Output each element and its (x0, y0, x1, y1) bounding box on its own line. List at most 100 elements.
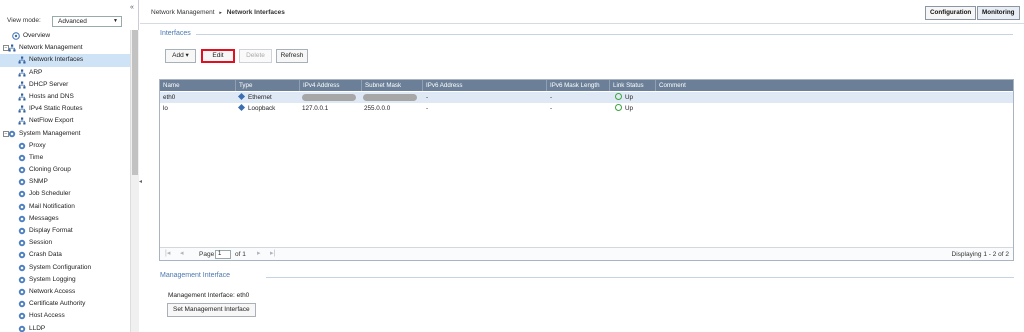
paging-summary: Displaying 1 - 2 of 2 (951, 251, 1009, 258)
gear-icon (18, 190, 26, 198)
cell-ipv6-mask: - (550, 94, 553, 101)
sidebar-item-snmp[interactable]: SNMP (0, 176, 130, 188)
add-button[interactable]: Add ▾ (165, 49, 196, 63)
collapse-sidebar-icon[interactable]: « (130, 4, 134, 11)
sidebar-item-network-interfaces[interactable]: Network Interfaces (0, 54, 130, 67)
sidebar-item-label: Network Access (29, 287, 76, 295)
cell-subnet: 255.0.0.0 (364, 105, 391, 112)
column-header-ipv6[interactable]: IPv6 Address (422, 80, 462, 91)
refresh-button[interactable]: Refresh (276, 49, 308, 63)
sidebar-item-network-management[interactable]: − Network Management (0, 42, 130, 54)
sidebar: « View mode: Advanced ▼ Overview − Network… (0, 0, 139, 332)
column-header-ipv4[interactable]: IPv4 Address (299, 80, 339, 91)
section-divider (266, 277, 1014, 278)
network-icon (8, 44, 16, 52)
network-icon (18, 69, 26, 77)
gear-icon (18, 312, 26, 320)
power-status-icon (615, 103, 622, 111)
column-header-ipv6-mask[interactable]: IPv6 Mask Length (546, 80, 600, 91)
sidebar-item-system-logging[interactable]: System Logging (0, 274, 130, 286)
sidebar-item-arp[interactable]: ARP (0, 67, 130, 79)
breadcrumb-parent[interactable]: Network Management (151, 9, 215, 16)
scrollbar-thumb[interactable] (132, 30, 138, 175)
network-icon (18, 117, 26, 125)
sidebar-item-hosts-and-dns[interactable]: Hosts and DNS (0, 91, 130, 103)
power-status-icon (615, 92, 622, 100)
ethernet-icon (237, 92, 246, 100)
column-header-subnet[interactable]: Subnet Mask (361, 80, 401, 91)
sidebar-item-label: Time (29, 153, 44, 161)
cell-type: Loopback (236, 103, 275, 114)
column-header-name[interactable]: Name (160, 80, 180, 91)
sidebar-item-dhcp-server[interactable]: DHCP Server (0, 79, 130, 91)
monitoring-button[interactable]: Monitoring (977, 6, 1020, 20)
cell-status-text: Up (625, 105, 634, 112)
cell-ipv6: - (426, 105, 429, 112)
sidebar-item-host-access[interactable]: Host Access (0, 310, 130, 322)
gear-icon (18, 142, 26, 150)
sidebar-item-netflow-export[interactable]: NetFlow Export (0, 115, 130, 127)
configuration-button[interactable]: Configuration (925, 6, 977, 20)
cell-name: eth0 (163, 94, 176, 101)
sidebar-item-overview[interactable]: Overview (0, 30, 130, 42)
column-header-type[interactable]: Type (235, 80, 252, 91)
cell-ipv6-mask: - (550, 105, 553, 112)
set-management-interface-button[interactable]: Set Management Interface (167, 303, 256, 317)
splitter-handle-icon[interactable]: ◂ (139, 178, 142, 185)
gear-icon (18, 300, 26, 308)
sidebar-item-label: Proxy (29, 141, 46, 149)
sidebar-item-time[interactable]: Time (0, 152, 130, 164)
first-page-icon[interactable]: |◂ (165, 249, 170, 257)
previous-page-icon[interactable]: ◂ (180, 249, 184, 257)
pagination-bar: |◂ ◂ Page 1 of 1 ▸ ▸| Displaying 1 - 2 o… (160, 247, 1013, 260)
view-mode-row: View mode: Advanced ▼ (7, 16, 122, 27)
breadcrumb-separator-icon: ▸ (219, 10, 222, 16)
table-row[interactable]: eth0 Ethernet - - Up (160, 92, 1013, 103)
sidebar-item-session[interactable]: Session (0, 237, 130, 249)
table-header: Name Type IPv4 Address Subnet Mask IPv6 … (160, 80, 1013, 91)
sidebar-item-mail-notification[interactable]: Mail Notification (0, 201, 130, 213)
cell-status-text: Up (625, 94, 634, 101)
gear-icon (18, 178, 26, 186)
sidebar-item-job-scheduler[interactable]: Job Scheduler (0, 188, 130, 200)
sidebar-item-system-configuration[interactable]: System Configuration (0, 262, 130, 274)
sidebar-item-system-management[interactable]: − System Management (0, 128, 130, 140)
interfaces-section-title: Interfaces (160, 30, 191, 37)
edit-button[interactable]: Edit (201, 49, 235, 63)
sidebar-item-ipv4-static-routes[interactable]: IPv4 Static Routes (0, 103, 130, 115)
sidebar-item-display-format[interactable]: Display Format (0, 225, 130, 237)
sidebar-item-network-access[interactable]: Network Access (0, 286, 130, 298)
view-mode-select[interactable]: Advanced ▼ (52, 16, 122, 27)
column-header-comment[interactable]: Comment (655, 80, 686, 91)
cell-link-status: Up (612, 103, 633, 114)
sidebar-item-crash-data[interactable]: Crash Data (0, 249, 130, 261)
sidebar-item-label: Mail Notification (29, 202, 75, 210)
cell-name: lo (163, 105, 168, 112)
sidebar-item-label: Host Access (29, 312, 65, 320)
view-mode-value: Advanced (58, 18, 87, 25)
gear-icon (18, 251, 26, 259)
sidebar-item-label: IPv4 Static Routes (29, 105, 83, 113)
gear-icon (18, 166, 26, 174)
sidebar-item-label: Cloning Group (29, 166, 71, 174)
breadcrumb: Network Management ▸ Network Interfaces (151, 9, 285, 16)
next-page-icon[interactable]: ▸ (257, 249, 261, 257)
sidebar-item-label: Network Management (19, 44, 83, 52)
sidebar-item-certificate-authority[interactable]: Certificate Authority (0, 298, 130, 310)
sidebar-item-messages[interactable]: Messages (0, 213, 130, 225)
column-header-link-status[interactable]: Link Status (609, 80, 644, 91)
sidebar-scrollbar[interactable] (130, 30, 139, 332)
last-page-icon[interactable]: ▸| (270, 249, 275, 257)
table-row[interactable]: lo Loopback 127.0.0.1 255.0.0.0 - - Up (160, 103, 1013, 114)
page-number-input[interactable]: 1 (215, 250, 231, 259)
sidebar-item-label: LLDP (29, 324, 46, 332)
sidebar-item-label: Job Scheduler (29, 190, 71, 198)
sidebar-item-cloning-group[interactable]: Cloning Group (0, 164, 130, 176)
cell-type-text: Ethernet (248, 94, 272, 101)
delete-button[interactable]: Delete (239, 49, 272, 63)
sidebar-item-proxy[interactable]: Proxy (0, 140, 130, 152)
sidebar-item-lldp[interactable]: LLDP (0, 323, 130, 332)
gear-icon (18, 203, 26, 211)
gear-icon (8, 130, 16, 138)
gear-icon (18, 276, 26, 284)
